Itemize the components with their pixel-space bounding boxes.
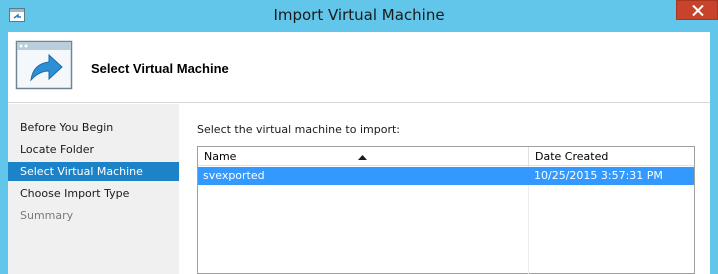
nav-item-before-you-begin[interactable]: Before You Begin: [8, 118, 179, 137]
window-title: Import Virtual Machine: [273, 6, 445, 24]
column-header-date-created[interactable]: Date Created: [528, 147, 694, 166]
nav-item-select-virtual-machine[interactable]: Select Virtual Machine: [8, 162, 179, 181]
close-button[interactable]: [676, 0, 718, 20]
wizard-header: Select Virtual Machine: [8, 32, 710, 103]
title-bar[interactable]: Import Virtual Machine: [0, 0, 718, 32]
vm-list[interactable]: Name Date Created svexported 10/25/2015 …: [197, 146, 695, 274]
close-icon: [692, 5, 704, 16]
main-panel: Select the virtual machine to import: Na…: [179, 104, 710, 274]
table-row[interactable]: svexported 10/25/2015 3:57:31 PM: [198, 167, 694, 185]
nav-item-locate-folder[interactable]: Locate Folder: [8, 140, 179, 159]
page-title: Select Virtual Machine: [91, 61, 229, 76]
sort-ascending-icon: [358, 150, 367, 160]
nav-item-choose-import-type[interactable]: Choose Import Type: [8, 184, 179, 203]
list-header: Name Date Created: [198, 147, 694, 166]
wizard-nav: Before You Begin Locate Folder Select Vi…: [8, 104, 179, 274]
nav-item-summary: Summary: [20, 209, 74, 222]
import-vm-window: Import Virtual Machine Select Virtual Ma…: [0, 0, 718, 274]
import-arrow-icon: [15, 40, 73, 90]
vm-name-cell: svexported: [203, 169, 265, 182]
select-prompt: Select the virtual machine to import:: [197, 123, 400, 136]
vm-date-cell: 10/25/2015 3:57:31 PM: [534, 169, 663, 182]
dialog-content: Select Virtual Machine Before You Begin …: [8, 32, 710, 274]
